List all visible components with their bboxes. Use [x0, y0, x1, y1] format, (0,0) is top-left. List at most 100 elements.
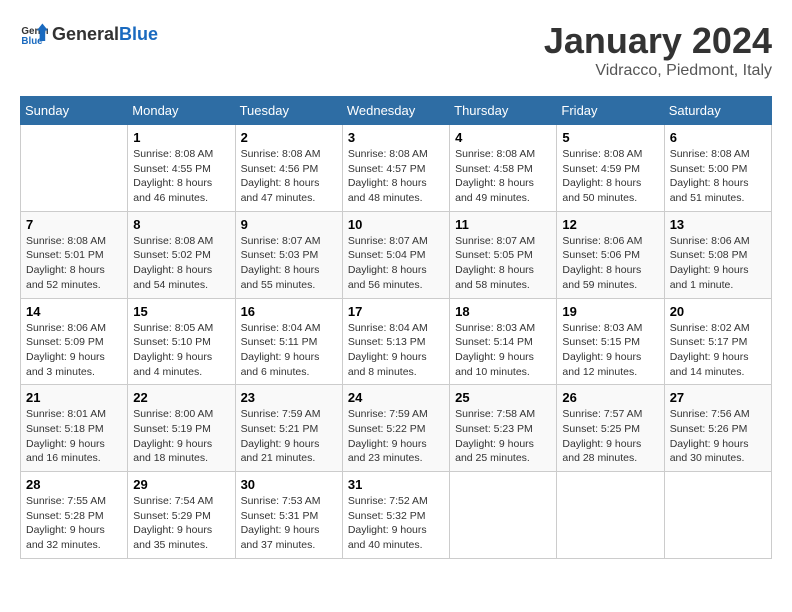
week-row-5: 28 Sunrise: 7:55 AMSunset: 5:28 PMDaylig… [21, 472, 772, 559]
day-cell [664, 472, 771, 559]
day-info: Sunrise: 7:53 AMSunset: 5:31 PMDaylight:… [241, 494, 337, 553]
day-info: Sunrise: 7:56 AMSunset: 5:26 PMDaylight:… [670, 407, 766, 466]
day-info: Sunrise: 8:04 AMSunset: 5:13 PMDaylight:… [348, 321, 444, 380]
day-cell: 29 Sunrise: 7:54 AMSunset: 5:29 PMDaylig… [128, 472, 235, 559]
day-info: Sunrise: 8:03 AMSunset: 5:15 PMDaylight:… [562, 321, 658, 380]
weekday-header-saturday: Saturday [664, 97, 771, 125]
day-cell: 4 Sunrise: 8:08 AMSunset: 4:58 PMDayligh… [450, 125, 557, 212]
day-number: 10 [348, 217, 444, 232]
weekday-header-thursday: Thursday [450, 97, 557, 125]
day-info: Sunrise: 7:52 AMSunset: 5:32 PMDaylight:… [348, 494, 444, 553]
day-info: Sunrise: 8:08 AMSunset: 5:01 PMDaylight:… [26, 234, 122, 293]
week-row-4: 21 Sunrise: 8:01 AMSunset: 5:18 PMDaylig… [21, 385, 772, 472]
day-number: 20 [670, 304, 766, 319]
day-cell: 19 Sunrise: 8:03 AMSunset: 5:15 PMDaylig… [557, 298, 664, 385]
day-info: Sunrise: 8:04 AMSunset: 5:11 PMDaylight:… [241, 321, 337, 380]
day-cell [21, 125, 128, 212]
day-cell: 15 Sunrise: 8:05 AMSunset: 5:10 PMDaylig… [128, 298, 235, 385]
weekday-header-tuesday: Tuesday [235, 97, 342, 125]
page-header: General Blue General Blue January 2024 V… [20, 20, 772, 80]
day-cell: 26 Sunrise: 7:57 AMSunset: 5:25 PMDaylig… [557, 385, 664, 472]
day-number: 27 [670, 390, 766, 405]
day-info: Sunrise: 8:08 AMSunset: 5:02 PMDaylight:… [133, 234, 229, 293]
day-info: Sunrise: 8:06 AMSunset: 5:09 PMDaylight:… [26, 321, 122, 380]
day-info: Sunrise: 8:08 AMSunset: 4:56 PMDaylight:… [241, 147, 337, 206]
day-cell: 23 Sunrise: 7:59 AMSunset: 5:21 PMDaylig… [235, 385, 342, 472]
day-info: Sunrise: 8:07 AMSunset: 5:05 PMDaylight:… [455, 234, 551, 293]
logo-blue-text: Blue [119, 24, 158, 45]
day-cell: 1 Sunrise: 8:08 AMSunset: 4:55 PMDayligh… [128, 125, 235, 212]
day-number: 5 [562, 130, 658, 145]
weekday-header-wednesday: Wednesday [342, 97, 449, 125]
day-cell: 18 Sunrise: 8:03 AMSunset: 5:14 PMDaylig… [450, 298, 557, 385]
day-number: 26 [562, 390, 658, 405]
day-number: 29 [133, 477, 229, 492]
day-info: Sunrise: 8:08 AMSunset: 4:58 PMDaylight:… [455, 147, 551, 206]
day-cell: 9 Sunrise: 8:07 AMSunset: 5:03 PMDayligh… [235, 211, 342, 298]
day-info: Sunrise: 8:06 AMSunset: 5:06 PMDaylight:… [562, 234, 658, 293]
logo: General Blue General Blue [20, 20, 158, 48]
day-cell: 17 Sunrise: 8:04 AMSunset: 5:13 PMDaylig… [342, 298, 449, 385]
day-number: 14 [26, 304, 122, 319]
day-number: 25 [455, 390, 551, 405]
weekday-header-sunday: Sunday [21, 97, 128, 125]
day-cell: 25 Sunrise: 7:58 AMSunset: 5:23 PMDaylig… [450, 385, 557, 472]
day-number: 3 [348, 130, 444, 145]
day-cell: 22 Sunrise: 8:00 AMSunset: 5:19 PMDaylig… [128, 385, 235, 472]
location-title: Vidracco, Piedmont, Italy [544, 62, 772, 80]
day-cell: 10 Sunrise: 8:07 AMSunset: 5:04 PMDaylig… [342, 211, 449, 298]
day-info: Sunrise: 8:08 AMSunset: 4:57 PMDaylight:… [348, 147, 444, 206]
day-cell [557, 472, 664, 559]
day-info: Sunrise: 8:06 AMSunset: 5:08 PMDaylight:… [670, 234, 766, 293]
day-number: 28 [26, 477, 122, 492]
day-number: 22 [133, 390, 229, 405]
day-info: Sunrise: 8:08 AMSunset: 5:00 PMDaylight:… [670, 147, 766, 206]
day-info: Sunrise: 8:03 AMSunset: 5:14 PMDaylight:… [455, 321, 551, 380]
day-number: 21 [26, 390, 122, 405]
day-cell [450, 472, 557, 559]
day-number: 30 [241, 477, 337, 492]
day-number: 7 [26, 217, 122, 232]
day-info: Sunrise: 7:55 AMSunset: 5:28 PMDaylight:… [26, 494, 122, 553]
day-number: 2 [241, 130, 337, 145]
day-cell: 14 Sunrise: 8:06 AMSunset: 5:09 PMDaylig… [21, 298, 128, 385]
day-number: 11 [455, 217, 551, 232]
week-row-3: 14 Sunrise: 8:06 AMSunset: 5:09 PMDaylig… [21, 298, 772, 385]
day-number: 12 [562, 217, 658, 232]
day-number: 16 [241, 304, 337, 319]
day-number: 9 [241, 217, 337, 232]
calendar-table: SundayMondayTuesdayWednesdayThursdayFrid… [20, 96, 772, 559]
day-info: Sunrise: 8:02 AMSunset: 5:17 PMDaylight:… [670, 321, 766, 380]
weekday-header-friday: Friday [557, 97, 664, 125]
day-info: Sunrise: 8:08 AMSunset: 4:55 PMDaylight:… [133, 147, 229, 206]
day-cell: 31 Sunrise: 7:52 AMSunset: 5:32 PMDaylig… [342, 472, 449, 559]
day-number: 13 [670, 217, 766, 232]
day-info: Sunrise: 7:54 AMSunset: 5:29 PMDaylight:… [133, 494, 229, 553]
day-number: 31 [348, 477, 444, 492]
day-cell: 27 Sunrise: 7:56 AMSunset: 5:26 PMDaylig… [664, 385, 771, 472]
day-info: Sunrise: 8:07 AMSunset: 5:04 PMDaylight:… [348, 234, 444, 293]
weekday-header-monday: Monday [128, 97, 235, 125]
day-info: Sunrise: 7:59 AMSunset: 5:22 PMDaylight:… [348, 407, 444, 466]
day-info: Sunrise: 7:58 AMSunset: 5:23 PMDaylight:… [455, 407, 551, 466]
day-number: 15 [133, 304, 229, 319]
day-cell: 28 Sunrise: 7:55 AMSunset: 5:28 PMDaylig… [21, 472, 128, 559]
day-cell: 2 Sunrise: 8:08 AMSunset: 4:56 PMDayligh… [235, 125, 342, 212]
day-info: Sunrise: 8:05 AMSunset: 5:10 PMDaylight:… [133, 321, 229, 380]
day-cell: 30 Sunrise: 7:53 AMSunset: 5:31 PMDaylig… [235, 472, 342, 559]
day-number: 24 [348, 390, 444, 405]
day-cell: 24 Sunrise: 7:59 AMSunset: 5:22 PMDaylig… [342, 385, 449, 472]
day-info: Sunrise: 7:57 AMSunset: 5:25 PMDaylight:… [562, 407, 658, 466]
weekday-header-row: SundayMondayTuesdayWednesdayThursdayFrid… [21, 97, 772, 125]
day-cell: 6 Sunrise: 8:08 AMSunset: 5:00 PMDayligh… [664, 125, 771, 212]
week-row-1: 1 Sunrise: 8:08 AMSunset: 4:55 PMDayligh… [21, 125, 772, 212]
day-number: 18 [455, 304, 551, 319]
day-info: Sunrise: 8:01 AMSunset: 5:18 PMDaylight:… [26, 407, 122, 466]
day-info: Sunrise: 8:00 AMSunset: 5:19 PMDaylight:… [133, 407, 229, 466]
day-number: 1 [133, 130, 229, 145]
day-cell: 11 Sunrise: 8:07 AMSunset: 5:05 PMDaylig… [450, 211, 557, 298]
day-cell: 8 Sunrise: 8:08 AMSunset: 5:02 PMDayligh… [128, 211, 235, 298]
day-cell: 13 Sunrise: 8:06 AMSunset: 5:08 PMDaylig… [664, 211, 771, 298]
day-number: 19 [562, 304, 658, 319]
day-number: 8 [133, 217, 229, 232]
